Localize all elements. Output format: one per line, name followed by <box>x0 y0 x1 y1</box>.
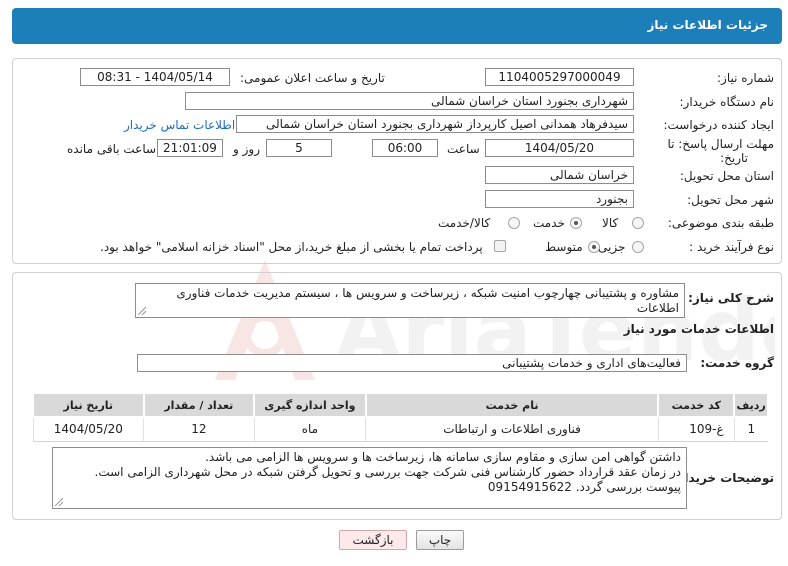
summary-label: شرح کلی نیاز: <box>688 291 774 305</box>
col-unit: واحد اندازه گیری <box>253 392 367 418</box>
deadline-time-label: ساعت <box>447 142 480 156</box>
buyer-notes-line-1: داشتن گواهی امن سازی و مقاوم سازی سامانه… <box>205 450 681 464</box>
col-row: ردیف <box>733 392 769 418</box>
remaining-time-field: 21:01:09 <box>157 139 223 157</box>
need-number-field: 1104005297000049 <box>485 68 634 86</box>
buyer-notes-line-2: در زمان عقد قرارداد حضور کارشناس فنی شرک… <box>94 465 681 479</box>
treasury-payment-checkbox[interactable] <box>494 240 506 252</box>
col-name: نام خدمت <box>364 392 660 418</box>
table-row: 1 غ-109 فناوری اطلاعات و ارتباطات ماه 12… <box>32 417 768 442</box>
cell-code: غ-109 <box>657 417 735 442</box>
col-code: کد خدمت <box>657 392 736 418</box>
cell-name: فناوری اطلاعات و ارتباطات <box>365 417 659 442</box>
deadline-label: مهلت ارسال پاسخ: تا <box>667 137 774 151</box>
col-qty: تعداد / مقدار <box>142 392 256 418</box>
process-radio-medium[interactable] <box>588 241 600 253</box>
page-header: جزئیات اطلاعات نیاز <box>12 8 782 44</box>
resize-grip-icon[interactable] <box>55 498 63 506</box>
resize-grip-icon[interactable] <box>138 307 146 315</box>
cell-date: 1404/05/20 <box>32 417 144 442</box>
category-radio-goods-service[interactable] <box>508 217 520 229</box>
deadline-days-label: روز و <box>233 142 260 156</box>
summary-textarea[interactable]: مشاوره و پشتیبانی چهارچوب امنیت شبکه ، ز… <box>135 283 685 318</box>
col-date: تاریخ نیاز <box>32 392 145 418</box>
services-section-title: اطلاعات خدمات مورد نیاز <box>623 322 774 336</box>
cell-qty: 12 <box>143 417 255 442</box>
category-radio-service[interactable] <box>570 217 582 229</box>
buyer-notes-label: توضیحات خریدار: <box>672 471 774 485</box>
announce-datetime-label: تاریخ و ساعت اعلان عمومی: <box>240 71 385 85</box>
deadline-label-date: تاریخ: <box>720 151 748 165</box>
requester-field: سیدفرهاد همدانی اصیل کارپرداز شهرداری بج… <box>236 115 634 133</box>
buyer-org-label: نام دستگاه خریدار: <box>679 95 775 109</box>
announce-datetime-field: 1404/05/14 - 08:31 <box>80 68 230 86</box>
buyer-notes-textarea[interactable]: داشتن گواهی امن سازی و مقاوم سازی سامانه… <box>52 447 687 509</box>
services-table-header: ردیف کد خدمت نام خدمت واحد اندازه گیری ت… <box>32 392 769 418</box>
buyer-contact-link[interactable]: اطلاعات تماس خریدار <box>124 118 235 132</box>
back-button[interactable]: بازگشت <box>339 530 407 550</box>
category-option-goods: کالا <box>602 216 619 230</box>
buyer-org-field: شهرداری بجنورد استان خراسان شمالی <box>185 92 634 110</box>
category-option-service: خدمت <box>533 216 565 230</box>
category-label: طبقه بندی موضوعی: <box>667 216 774 230</box>
category-radio-goods[interactable] <box>632 217 644 229</box>
services-table: ردیف کد خدمت نام خدمت واحد اندازه گیری ت… <box>32 392 769 442</box>
delivery-city-label: شهر محل تحویل: <box>687 193 774 207</box>
service-group-field: فعالیت‌های اداری و خدمات پشتیبانی <box>137 354 687 372</box>
cell-row: 1 <box>733 417 768 442</box>
need-number-label: شماره نیاز: <box>717 71 774 85</box>
process-option-medium: متوسط <box>545 240 583 254</box>
remaining-time-label: ساعت باقی مانده <box>67 142 157 156</box>
category-option-goods-service: کالا/خدمت <box>438 216 491 230</box>
page-title: جزئیات اطلاعات نیاز <box>647 18 768 32</box>
process-type-label: نوع فرآیند خرید : <box>689 240 774 254</box>
delivery-city-field: بجنورد <box>485 190 634 208</box>
print-button[interactable]: چاپ <box>416 530 464 550</box>
deadline-days-field: 5 <box>266 139 332 157</box>
need-info-panel <box>12 58 782 264</box>
delivery-province-field: خراسان شمالی <box>485 166 634 184</box>
treasury-payment-note: پرداخت تمام یا بخشی از مبلغ خرید،از محل … <box>100 240 483 254</box>
process-radio-minor[interactable] <box>632 241 644 253</box>
deadline-time-field: 06:00 <box>372 139 438 157</box>
process-option-minor: جزیی <box>598 240 626 254</box>
summary-text: مشاوره و پشتیبانی چهارچوب امنیت شبکه ، ز… <box>176 286 679 315</box>
cell-unit: ماه <box>253 417 366 442</box>
service-group-label: گروه خدمت: <box>700 356 774 370</box>
deadline-date-field: 1404/05/20 <box>485 139 634 157</box>
delivery-province-label: استان محل تحویل: <box>679 169 774 183</box>
requester-label: ایجاد کننده درخواست: <box>663 118 774 132</box>
buyer-notes-line-3: پیوست بررسی گردد. 09154915622 <box>487 480 681 494</box>
